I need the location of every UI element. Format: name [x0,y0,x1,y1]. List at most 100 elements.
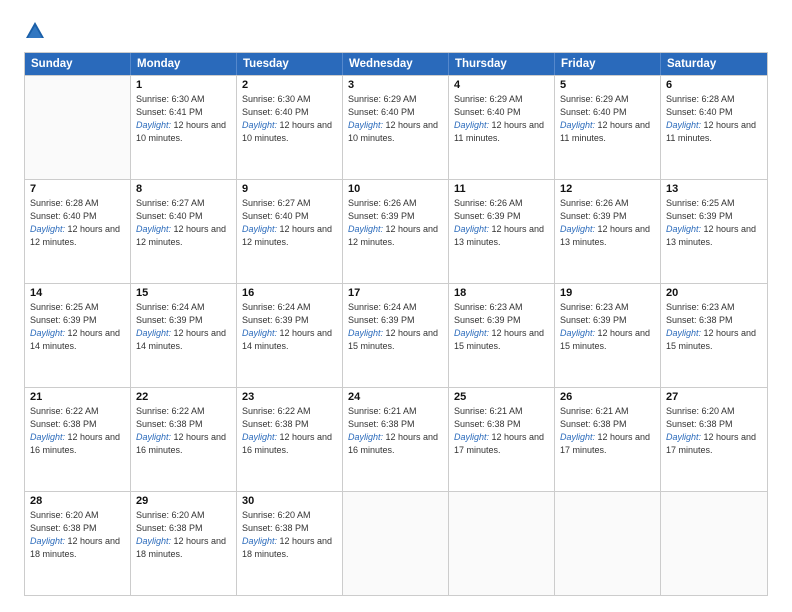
sunrise-text: Sunrise: 6:25 AM [666,198,735,208]
sunset-text: Sunset: 6:39 PM [348,315,415,325]
day-number: 8 [136,183,231,195]
day-info: Sunrise: 6:26 AMSunset: 6:39 PMDaylight:… [560,197,655,249]
calendar-cell: 2 Sunrise: 6:30 AM Sunset: 6:40 PM Daylight… [237,76,343,179]
calendar-cell: 13Sunrise: 6:25 AMSunset: 6:39 PMDayligh… [661,180,767,283]
day-info: Sunrise: 6:21 AMSunset: 6:38 PMDaylight:… [348,405,443,457]
sunrise-text: Sunrise: 6:29 AM [454,94,523,104]
calendar-cell: 20Sunrise: 6:23 AMSunset: 6:38 PMDayligh… [661,284,767,387]
calendar-cell: 1Sunrise: 6:30 AMSunset: 6:41 PMDaylight… [131,76,237,179]
day-info: Sunrise: 6:24 AMSunset: 6:39 PMDaylight:… [242,301,337,353]
day-info: Sunrise: 6:23 AMSunset: 6:39 PMDaylight:… [560,301,655,353]
day-number: 13 [666,183,762,195]
sunset-text: Sunset: 6:40 PM [242,211,309,221]
sunrise-text: Sunrise: 6:28 AM [30,198,99,208]
calendar-header-cell: Thursday [449,53,555,75]
page: SundayMondayTuesdayWednesdayThursdayFrid… [0,0,792,612]
daylight-label: Daylight: [348,120,383,130]
sunset-text: Sunset: 6:38 PM [666,315,733,325]
calendar-cell: 12 Sunrise: 6:26 AMSunset: 6:39 PMDayligh… [555,180,661,283]
day-info: Sunrise: 6:27 AMSunset: 6:40 PMDaylight:… [242,197,337,249]
sunrise-text: Sunrise: 6:29 AM [560,94,629,104]
sunrise-text: Sunrise: 6:26 AM [348,198,417,208]
sunrise-text: Sunrise: 6:30 AM [242,94,311,104]
calendar-header-cell: Monday [131,53,237,75]
sunset-text: Sunset: 6:40 PM [348,107,415,117]
day-number: 2 [242,79,337,91]
daylight-label: Daylight: [242,120,277,130]
daylight-label: Daylight: [30,536,65,546]
sunset-text: Sunset: 6:38 PM [30,419,97,429]
sunset-text: Sunset: 6:40 PM [136,211,203,221]
calendar: SundayMondayTuesdayWednesdayThursdayFrid… [24,52,768,596]
sunset-text: Sunset: 6:38 PM [136,419,203,429]
day-info: Sunrise: 6:30 AMSunset: 6:41 PMDaylight:… [136,93,231,145]
day-info: Sunrise: 6:27 AMSunset: 6:40 PMDaylight:… [136,197,231,249]
daylight-label: Daylight: [30,224,65,234]
sunrise-text: Sunrise: 6:28 AM [666,94,735,104]
calendar-cell: 3Sunrise: 6:29 AMSunset: 6:40 PMDaylight… [343,76,449,179]
calendar-cell: 15Sunrise: 6:24 AMSunset: 6:39 PMDayligh… [131,284,237,387]
daylight-label: Daylight: [242,536,277,546]
calendar-cell-empty [449,492,555,595]
sunset-text: Sunset: 6:40 PM [30,211,97,221]
daylight-label: Daylight: [242,328,277,338]
day-number: 22 [136,391,231,403]
calendar-header-cell: Saturday [661,53,767,75]
calendar-cell: 29 Sunrise: 6:20 AM Sunset: 6:38 PM Dayligh… [131,492,237,595]
day-number: 12 [560,183,655,195]
calendar-week: 7Sunrise: 6:28 AMSunset: 6:40 PMDaylight… [25,179,767,283]
day-info: Sunrise: 6:29 AMSunset: 6:40 PMDaylight:… [348,93,443,145]
sunset-text: Sunset: 6:38 PM [454,419,521,429]
sunrise-text: Sunrise: 6:25 AM [30,302,99,312]
day-number: 30 [242,495,337,507]
calendar-cell: 14Sunrise: 6:25 AMSunset: 6:39 PMDayligh… [25,284,131,387]
day-info: Sunrise: 6:20 AM Sunset: 6:38 PM Daylight:… [136,509,231,561]
day-info: Sunrise: 6:29 AMSunset: 6:40 PMDaylight:… [560,93,655,145]
daylight-label: Daylight: [136,536,171,546]
day-number: 27 [666,391,762,403]
calendar-week: 1Sunrise: 6:30 AMSunset: 6:41 PMDaylight… [25,75,767,179]
daylight-label: Daylight: [454,328,489,338]
day-number: 5 [560,79,655,91]
daylight-label: Daylight: [30,328,65,338]
daylight-label: Daylight: [348,432,383,442]
sunset-text: Sunset: 6:41 PM [136,107,203,117]
sunset-text: Sunset: 6:39 PM [348,211,415,221]
calendar-cell: 4Sunrise: 6:29 AMSunset: 6:40 PMDaylight… [449,76,555,179]
sunrise-text: Sunrise: 6:20 AM [136,510,205,520]
calendar-header-cell: Tuesday [237,53,343,75]
sunrise-text: Sunrise: 6:20 AM [30,510,99,520]
sunset-text: Sunset: 6:40 PM [242,107,309,117]
calendar-cell: 5 Sunrise: 6:29 AMSunset: 6:40 PMDaylight… [555,76,661,179]
header [24,20,768,42]
day-number: 25 [454,391,549,403]
calendar-cell: 7Sunrise: 6:28 AMSunset: 6:40 PMDaylight… [25,180,131,283]
daylight-label: Daylight: [560,120,595,130]
sunrise-text: Sunrise: 6:24 AM [348,302,417,312]
day-number: 28 [30,495,125,507]
sunset-text: Sunset: 6:38 PM [136,523,203,533]
day-info: Sunrise: 6:22 AMSunset: 6:38 PMDaylight:… [30,405,125,457]
day-number: 18 [454,287,549,299]
day-number: 11 [454,183,549,195]
day-info: Sunrise: 6:20 AMSunset: 6:38 PMDaylight:… [666,405,762,457]
daylight-label: Daylight: [136,328,171,338]
day-number: 6 [666,79,762,91]
day-info: Sunrise: 6:25 AMSunset: 6:39 PMDaylight:… [30,301,125,353]
day-number: 4 [454,79,549,91]
sunset-text: Sunset: 6:38 PM [666,419,733,429]
day-info: Sunrise: 6:24 AMSunset: 6:39 PMDaylight:… [136,301,231,353]
sunrise-text: Sunrise: 6:30 AM [136,94,205,104]
sunset-text: Sunset: 6:38 PM [560,419,627,429]
day-info: Sunrise: 6:20 AMSunset: 6:38 PMDaylight:… [242,509,337,561]
sunrise-text: Sunrise: 6:21 AM [348,406,417,416]
calendar-header-cell: Friday [555,53,661,75]
sunrise-text: Sunrise: 6:26 AM [560,198,629,208]
calendar-cell-empty [661,492,767,595]
daylight-label: Daylight: [30,432,65,442]
sunset-text: Sunset: 6:39 PM [454,211,521,221]
calendar-cell: 8 Sunrise: 6:27 AMSunset: 6:40 PMDaylight… [131,180,237,283]
calendar-cell: 27 Sunrise: 6:20 AMSunset: 6:38 PMDayligh… [661,388,767,491]
calendar-cell: 23Sunrise: 6:22 AMSunset: 6:38 PMDayligh… [237,388,343,491]
day-number: 29 [136,495,231,507]
